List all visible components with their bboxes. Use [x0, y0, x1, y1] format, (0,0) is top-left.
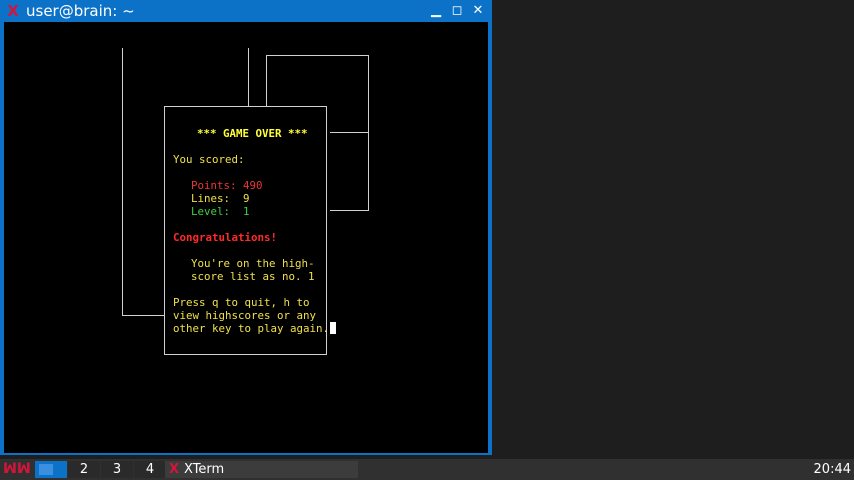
- congratulations-text: Congratulations!: [173, 231, 278, 244]
- preview-bottom-edge: [330, 210, 369, 211]
- taskbar-item-xterm[interactable]: X XTerm: [165, 461, 358, 478]
- terminal-area[interactable]: *** GAME OVER *** You scored: Points: 49…: [4, 22, 488, 453]
- game-over-heading: *** GAME OVER ***: [197, 127, 308, 140]
- workspace-1[interactable]: [35, 461, 67, 478]
- level-value: Level: 1: [191, 205, 250, 218]
- prompt-line-1: Press q to quit, h to: [173, 296, 310, 309]
- workspace-2[interactable]: 2: [68, 461, 100, 478]
- close-button[interactable]: ✕: [470, 3, 486, 19]
- prompt-line-3-text: other key to play again.: [173, 322, 330, 335]
- desktop-background: [492, 0, 854, 455]
- window-title: user@brain: ~: [26, 2, 135, 20]
- workspace-4[interactable]: 4: [134, 461, 166, 478]
- prompt-line-2: view highscores or any: [173, 309, 317, 322]
- xterm-window[interactable]: X user@brain: ~ ▁ ◻ ✕ *** GAME OVER *** …: [0, 0, 492, 455]
- taskbar: ꟽꟽ 2 3 4 X XTerm 20:44: [0, 459, 854, 480]
- xterm-icon: X: [169, 462, 180, 477]
- minimize-button[interactable]: ▁: [428, 3, 444, 19]
- taskbar-item-label: XTerm: [184, 462, 225, 477]
- preview-divider: [330, 132, 369, 133]
- prompt-line-3: other key to play again.: [173, 322, 337, 335]
- workspace-3[interactable]: 3: [101, 461, 133, 478]
- board-right-wall: [248, 48, 249, 106]
- board-bottom-edge: [122, 315, 164, 316]
- xterm-icon: X: [7, 2, 19, 20]
- board-left-wall: [122, 48, 123, 316]
- openbox-menu-icon[interactable]: ꟽꟽ: [3, 461, 31, 478]
- points-value: Points: 490: [191, 179, 263, 192]
- workspace-1-indicator: [39, 464, 53, 475]
- preview-right-wall: [368, 55, 369, 211]
- preview-left-wall: [266, 55, 267, 106]
- preview-top-edge: [266, 55, 369, 56]
- highscore-line-1: You're on the high-: [191, 257, 315, 270]
- lines-value: Lines: 9: [191, 192, 250, 205]
- title-bar[interactable]: X user@brain: ~ ▁ ◻ ✕: [0, 0, 492, 22]
- terminal-cursor: [330, 322, 337, 334]
- highscore-line-2: score list as no. 1: [191, 270, 315, 283]
- clock: 20:44: [813, 462, 851, 477]
- game-over-dialog: *** GAME OVER *** You scored: Points: 49…: [164, 106, 337, 355]
- maximize-button[interactable]: ◻: [449, 3, 465, 19]
- you-scored-label: You scored:: [173, 153, 245, 166]
